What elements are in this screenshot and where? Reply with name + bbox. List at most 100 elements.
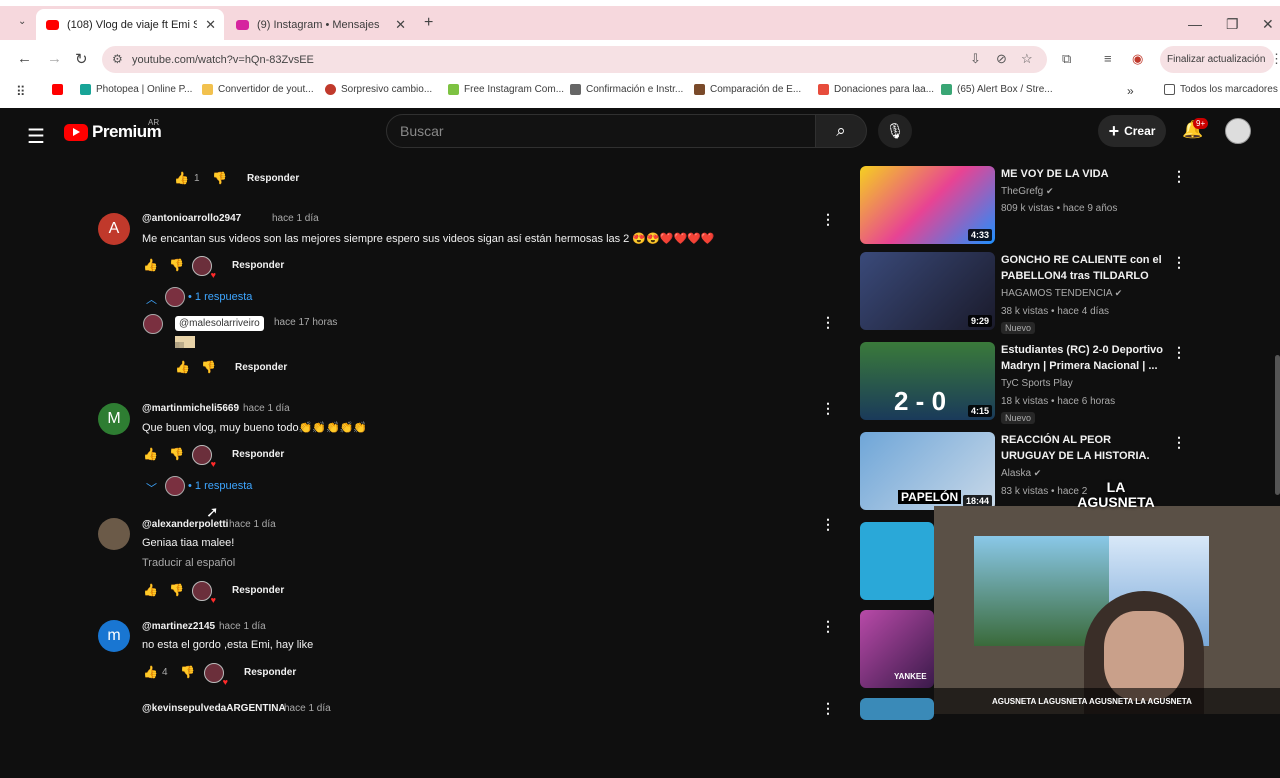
- reply-avatar[interactable]: [143, 314, 163, 334]
- reply-button[interactable]: Responder: [232, 449, 284, 460]
- eye-off-icon[interactable]: ⊘: [996, 51, 1007, 67]
- chevron-up-icon[interactable]: ︿: [146, 291, 157, 307]
- related-video[interactable]: [860, 698, 940, 778]
- video-thumbnail[interactable]: [860, 522, 934, 600]
- reply-button[interactable]: Responder: [244, 667, 296, 678]
- chevron-down-icon[interactable]: ﹀: [146, 480, 157, 496]
- back-icon[interactable]: ←: [17, 50, 32, 67]
- like-icon[interactable]: 👍: [175, 360, 190, 374]
- tab-instagram[interactable]: (9) Instagram • Mensajes ✕: [226, 9, 414, 40]
- comment-menu-icon[interactable]: ⋮: [821, 618, 835, 635]
- reply-button[interactable]: Responder: [235, 362, 287, 373]
- reply-time[interactable]: hace 17 horas: [274, 317, 337, 328]
- close-tab-icon[interactable]: ✕: [395, 17, 406, 33]
- dislike-icon[interactable]: 👎: [169, 258, 184, 272]
- close-window-icon[interactable]: ✕: [1262, 16, 1274, 33]
- video-title[interactable]: ME VOY DE LA VIDA: [1001, 166, 1163, 182]
- video-channel[interactable]: Alaska ✔: [1001, 468, 1041, 479]
- video-title[interactable]: Estudiantes (RC) 2-0 Deportivo Madryn | …: [1001, 342, 1163, 374]
- video-thumbnail[interactable]: PAPELÓN 18:44: [860, 432, 995, 510]
- maximize-icon[interactable]: ❐: [1226, 16, 1239, 33]
- media-icon[interactable]: ≡: [1104, 51, 1112, 66]
- comment-menu-icon[interactable]: ⋮: [821, 516, 835, 533]
- youtube-logo[interactable]: Premium: [64, 122, 162, 142]
- bookmark-youtube[interactable]: [52, 84, 68, 95]
- tab-search-icon[interactable]: ⌄: [18, 16, 26, 27]
- bookmark-item[interactable]: Photopea | Online P...: [80, 84, 192, 95]
- comment-menu-icon[interactable]: ⋮: [821, 211, 835, 228]
- bookmark-item[interactable]: Confirmación e Instr...: [570, 84, 683, 95]
- video-menu-icon[interactable]: ⋮: [1172, 434, 1186, 451]
- install-icon[interactable]: ⇩: [970, 51, 981, 67]
- bookmark-item[interactable]: Donaciones para laa...: [818, 84, 934, 95]
- video-menu-icon[interactable]: ⋮: [1172, 168, 1186, 185]
- address-bar[interactable]: youtube.com/watch?v=hQn-83ZvsEE: [102, 46, 1047, 73]
- forward-icon[interactable]: →: [47, 50, 62, 67]
- site-settings-icon[interactable]: ⚙: [112, 52, 123, 66]
- dislike-icon[interactable]: 👎: [212, 171, 227, 185]
- new-tab-icon[interactable]: +: [424, 14, 433, 32]
- comment-time[interactable]: hace 1 día: [272, 213, 319, 224]
- reload-icon[interactable]: ↻: [75, 50, 88, 68]
- video-menu-icon[interactable]: ⋮: [1172, 344, 1186, 361]
- update-button[interactable]: Finalizar actualización: [1160, 46, 1274, 73]
- avatar[interactable]: M: [98, 403, 130, 435]
- comment-time[interactable]: hace 1 día: [219, 621, 266, 632]
- dislike-icon[interactable]: 👎: [169, 447, 184, 461]
- extensions-icon[interactable]: ⧉: [1062, 51, 1071, 67]
- close-tab-icon[interactable]: ✕: [205, 17, 216, 33]
- bookmark-item[interactable]: Comparación de E...: [694, 84, 801, 95]
- tab-youtube[interactable]: (108) Vlog de viaje ft Emi Solar ✕: [36, 9, 224, 40]
- comment-time[interactable]: hace 1 día: [284, 703, 331, 714]
- more-bookmarks-icon[interactable]: »: [1127, 84, 1134, 98]
- video-title[interactable]: GONCHO RE CALIENTE con el PABELLON4 tras…: [1001, 252, 1163, 286]
- reply-button[interactable]: Responder: [232, 585, 284, 596]
- bookmark-item[interactable]: Convertidor de yout...: [202, 84, 314, 95]
- comment-author[interactable]: @kevinsepulvedaARGENTINA: [142, 703, 286, 714]
- avatar[interactable]: [98, 518, 130, 550]
- profile-icon[interactable]: ◉: [1132, 51, 1143, 67]
- related-video[interactable]: 2 - 0 4:15 Estudiantes (RC) 2-0 Deportiv…: [860, 342, 1190, 424]
- reply-button[interactable]: Responder: [247, 173, 299, 184]
- dislike-icon[interactable]: 👎: [169, 583, 184, 597]
- account-avatar[interactable]: [1225, 118, 1251, 144]
- apps-icon[interactable]: ⠿: [16, 84, 26, 100]
- menu-icon[interactable]: ⋮: [1270, 51, 1280, 67]
- like-icon[interactable]: 👍: [143, 258, 158, 272]
- bookmark-item[interactable]: Free Instagram Com...: [448, 84, 564, 95]
- related-video[interactable]: YANKEE: [860, 610, 940, 690]
- reply-button[interactable]: Responder: [232, 260, 284, 271]
- like-icon[interactable]: 👍: [143, 447, 158, 461]
- scrollbar[interactable]: [1275, 355, 1280, 495]
- all-bookmarks[interactable]: Todos los marcadores: [1164, 84, 1278, 95]
- video-menu-icon[interactable]: ⋮: [1172, 254, 1186, 271]
- dislike-icon[interactable]: 👎: [180, 665, 195, 679]
- comment-time[interactable]: hace 1 día: [243, 403, 290, 414]
- video-thumbnail[interactable]: 4:33: [860, 166, 995, 244]
- dislike-icon[interactable]: 👎: [201, 360, 216, 374]
- video-thumbnail[interactable]: [860, 698, 934, 720]
- minimize-icon[interactable]: —: [1188, 16, 1202, 32]
- replies-toggle[interactable]: • 1 respuesta: [188, 291, 252, 303]
- bookmark-item[interactable]: Sorpresivo cambio...: [325, 84, 432, 95]
- bookmark-item[interactable]: (65) Alert Box / Stre...: [941, 84, 1053, 95]
- video-channel[interactable]: TheGrefg ✔: [1001, 186, 1054, 197]
- create-button[interactable]: + Crear: [1098, 115, 1166, 147]
- video-title[interactable]: REACCIÓN AL PEOR URUGUAY DE LA HISTORIA.…: [1001, 432, 1163, 466]
- video-channel[interactable]: TyC Sports Play: [1001, 378, 1073, 389]
- avatar[interactable]: A: [98, 213, 130, 245]
- video-thumbnail[interactable]: YANKEE: [860, 610, 934, 688]
- menu-icon[interactable]: ☰: [27, 124, 45, 149]
- replies-toggle[interactable]: • 1 respuesta: [188, 480, 252, 492]
- reply-mention[interactable]: @malesolarriveiro: [175, 316, 264, 331]
- like-icon[interactable]: 👍: [143, 583, 158, 597]
- comment-author[interactable]: @martinez2145: [142, 621, 215, 632]
- video-channel[interactable]: HAGAMOS TENDENCIA ✔: [1001, 288, 1122, 299]
- comment-author[interactable]: @antonioarrollo2947: [142, 213, 241, 224]
- reply-menu-icon[interactable]: ⋮: [821, 314, 835, 331]
- video-thumbnail[interactable]: 2 - 0 4:15: [860, 342, 995, 420]
- comment-menu-icon[interactable]: ⋮: [821, 400, 835, 417]
- comment-menu-icon[interactable]: ⋮: [821, 700, 835, 717]
- related-video[interactable]: [860, 522, 940, 602]
- search-button[interactable]: ⌕: [815, 114, 867, 148]
